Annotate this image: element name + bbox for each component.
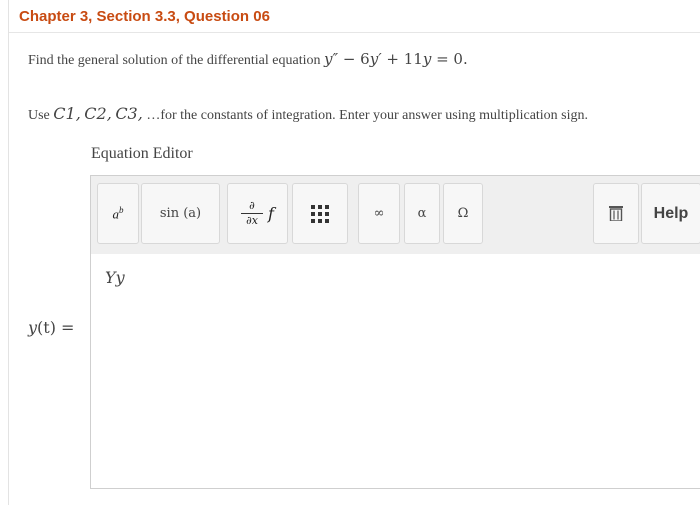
answer-value: Yy: [105, 268, 125, 287]
question-prefix: Find the general solution of the differe…: [28, 53, 321, 68]
equation-editor-label: Equation Editor: [91, 145, 193, 162]
constant-c1: C1,: [53, 104, 81, 123]
help-button[interactable]: Help: [641, 183, 700, 244]
trig-function-button[interactable]: sin (a): [141, 183, 220, 244]
constant-c3: C3,: [115, 104, 143, 123]
infinity-button[interactable]: ∞: [358, 183, 400, 244]
question-text: Find the general solution of the differe…: [28, 50, 468, 69]
instructions-text: Use C1, C2, C3, …for the constants of in…: [28, 104, 589, 123]
infinity-icon: ∞: [373, 206, 385, 221]
header-divider: [9, 32, 700, 33]
chapter-title: Chapter 3, Section 3.3, Question 06: [19, 8, 270, 25]
partial-derivative-icon: ∂ ∂x f: [241, 200, 274, 227]
answer-label: y(t) =: [28, 318, 75, 337]
power-icon: ab: [112, 204, 124, 222]
greek-uppercase-button[interactable]: Ω: [443, 183, 483, 244]
greek-lowercase-button[interactable]: α: [404, 183, 440, 244]
trash-icon: [609, 206, 623, 221]
partial-derivative-button[interactable]: ∂ ∂x f: [227, 183, 288, 244]
trash-button[interactable]: [593, 183, 639, 244]
sin-label: sin (a): [159, 206, 202, 221]
alpha-icon: α: [417, 206, 427, 221]
differential-equation: y″ − 6y′ + 11y = 0.: [324, 50, 468, 68]
left-border: [8, 0, 9, 505]
editor-toolbar: ab sin (a) ∂ ∂x f ∞ α Ω Help: [91, 176, 700, 254]
answer-input[interactable]: Yy: [91, 254, 700, 488]
constant-c2: C2,: [84, 104, 112, 123]
omega-icon: Ω: [457, 206, 469, 221]
matrix-button[interactable]: [292, 183, 348, 244]
matrix-icon: [311, 204, 329, 223]
equation-editor: ab sin (a) ∂ ∂x f ∞ α Ω Help Yy: [90, 175, 700, 489]
help-label: Help: [653, 204, 689, 222]
power-button[interactable]: ab: [97, 183, 139, 244]
